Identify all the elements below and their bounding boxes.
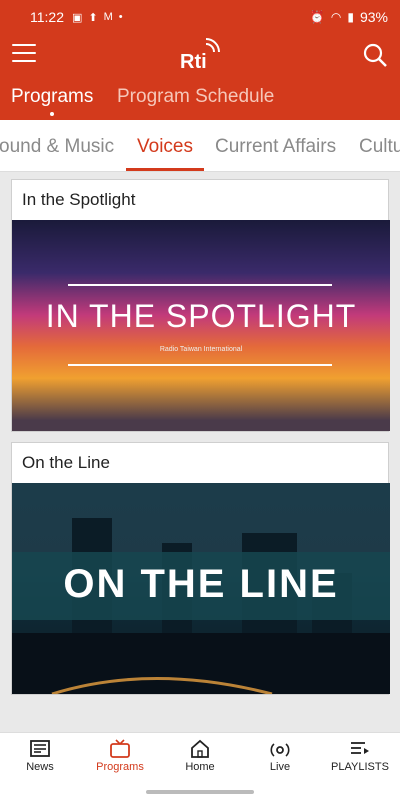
program-image: IN THE SPOTLIGHT Radio Taiwan Internatio… [12, 220, 390, 431]
program-title: In the Spotlight [22, 190, 136, 209]
program-card[interactable]: In the Spotlight IN THE SPOTLIGHT Radio … [11, 179, 390, 432]
nav-news[interactable]: News [0, 733, 80, 782]
status-time: 11:22 [30, 9, 64, 25]
nav-label: News [26, 761, 54, 773]
battery-percent: 93% [359, 9, 388, 25]
home-icon [191, 739, 209, 758]
tv-icon [110, 739, 130, 758]
divider [68, 284, 332, 286]
active-tab-dot [50, 112, 54, 116]
nav-playlists[interactable]: PLAYLISTS [320, 733, 400, 782]
status-bar: 11:22 ▣ ⬆ M • ⏰ ◠ ▮ 93% [0, 0, 400, 34]
news-icon [30, 740, 50, 757]
subtab-voices[interactable]: Voices [137, 136, 193, 158]
home-indicator[interactable] [146, 790, 254, 794]
app-bar: Rti [0, 34, 400, 76]
nav-live[interactable]: Live [240, 733, 320, 782]
image-subtitle: Radio Taiwan International [159, 346, 243, 353]
image-title: IN THE SPOTLIGHT [45, 298, 357, 334]
nav-programs[interactable]: Programs [80, 733, 160, 782]
gmail-icon: M [103, 11, 113, 23]
nav-home[interactable]: Home [160, 733, 240, 782]
bottom-nav: News Programs Home Live PLAYLISTS [0, 732, 400, 782]
tab-programs[interactable]: Programs [11, 86, 93, 108]
subtab-current-affairs[interactable]: Current Affairs [215, 136, 336, 158]
svg-text:Rti: Rti [180, 51, 207, 72]
gesture-bar [0, 782, 400, 800]
category-tabs: ound & Music Voices Current Affairs Cult… [0, 120, 400, 172]
image-icon: ▣ [72, 11, 83, 24]
tab-program-schedule[interactable]: Program Schedule [117, 86, 274, 108]
nav-label: Programs [96, 761, 144, 773]
nav-label: Home [185, 761, 215, 773]
wifi-icon: ◠ [330, 10, 342, 24]
dot-icon: • [118, 11, 123, 23]
top-tabs: Programs Program Schedule [0, 76, 400, 120]
nav-label: Live [269, 761, 291, 773]
program-image: ON THE LINE [12, 483, 390, 694]
image-title: ON THE LINE [63, 562, 339, 606]
program-title: On the Line [22, 453, 110, 472]
active-subtab-underline [126, 168, 204, 171]
upload-icon: ⬆ [88, 11, 98, 24]
search-icon[interactable] [362, 42, 388, 68]
rti-logo: Rti [178, 38, 222, 73]
subtab-sound-music[interactable]: ound & Music [0, 136, 114, 158]
program-card[interactable]: On the Line ON THE LINE [11, 442, 390, 695]
divider [68, 364, 332, 366]
signal-icon: ▮ [347, 10, 354, 24]
playlist-icon [351, 742, 369, 754]
subtab-culture[interactable]: Cultu [359, 136, 400, 158]
broadcast-icon [270, 743, 290, 757]
menu-icon[interactable] [12, 44, 36, 64]
alarm-icon: ⏰ [309, 10, 325, 24]
nav-label: PLAYLISTS [331, 761, 389, 773]
